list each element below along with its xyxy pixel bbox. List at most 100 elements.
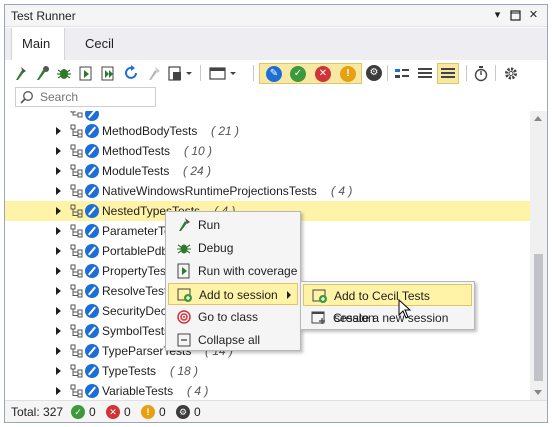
search-input[interactable] <box>40 89 152 105</box>
test-fixture-icon <box>85 164 99 178</box>
toolbar: ✎ ✓ ✕ ! ⚙ <box>5 60 547 86</box>
menu-item-debug[interactable]: Debug <box>168 237 298 259</box>
title-bar: Test Runner ▾ ✕ <box>5 5 547 27</box>
expand-arrow-icon[interactable] <box>56 207 61 215</box>
menu-item-label: Run with coverage <box>198 264 298 278</box>
test-fixture-icon <box>85 364 99 378</box>
namespace-icon <box>70 184 84 198</box>
expand-arrow-icon[interactable] <box>56 287 61 295</box>
test-fixture-icon <box>85 264 99 278</box>
run-icon[interactable] <box>11 65 29 82</box>
failed-icon: ✕ <box>106 405 120 419</box>
pin-icon[interactable]: ▾ <box>489 7 506 24</box>
test-fixture-icon <box>85 284 99 298</box>
add-session-icon <box>312 289 327 303</box>
unknown-filter-icon[interactable]: ⚙ <box>366 65 382 81</box>
menu-item-run-with-coverage[interactable]: Run with coverage <box>168 260 298 282</box>
namespace-icon <box>70 384 84 398</box>
expand-arrow-icon[interactable] <box>56 167 61 175</box>
scroll-thumb[interactable] <box>534 254 543 381</box>
tree-row-label: ModuleTests <box>102 164 170 178</box>
namespace-icon <box>70 224 84 238</box>
collapse-icon <box>177 333 191 347</box>
timer-icon[interactable] <box>472 65 490 82</box>
toolbar-separator <box>495 65 496 81</box>
expand-arrow-icon[interactable] <box>56 227 61 235</box>
context-menu: Run Debug Run with coverage Add to sessi… <box>165 211 301 351</box>
refresh-icon[interactable] <box>123 65 141 82</box>
expand-arrow-icon[interactable] <box>56 247 61 255</box>
debug-icon[interactable] <box>55 65 73 82</box>
maximize-icon[interactable] <box>507 7 524 24</box>
expand-arrow-icon[interactable] <box>56 147 61 155</box>
tab-bar: Main Cecil Tests× <box>5 28 547 83</box>
namespace-icon <box>70 364 84 378</box>
ignored-icon: ! <box>141 405 155 419</box>
menu-item-label: Add to session <box>199 288 278 302</box>
tree-row[interactable]: MethodTests ( 10 ) <box>5 141 530 161</box>
vertical-scrollbar[interactable] <box>530 111 547 400</box>
stop-icon[interactable] <box>145 65 163 82</box>
expand-arrow-icon[interactable] <box>56 267 61 275</box>
menu-item-label: Collapse all <box>198 333 261 347</box>
search-box[interactable] <box>15 87 156 107</box>
toolbar-separator <box>200 65 201 81</box>
menu-item-add-to-session[interactable]: Add to session <box>168 283 298 305</box>
tree-row-count: ( 10 ) <box>184 144 213 158</box>
debug-run-icon[interactable] <box>33 65 51 82</box>
namespace-icon <box>70 164 84 178</box>
add-to-session-submenu: Add to Cecil Tests session Create a new … <box>300 281 475 330</box>
expand-arrow-icon[interactable] <box>56 127 61 135</box>
tab-cecil-tests[interactable]: Cecil Tests× <box>75 28 175 83</box>
scroll-up-icon[interactable] <box>534 116 542 121</box>
namespace-icon <box>70 204 84 218</box>
menu-item-run[interactable]: Run <box>168 214 298 236</box>
ignored-filter-icon[interactable]: ! <box>340 66 356 82</box>
menu-item-collapse-all[interactable]: Collapse all <box>168 329 298 351</box>
tree-row-label: NativeWindowsRuntimeProjectionsTests <box>102 184 317 198</box>
target-icon <box>177 310 191 324</box>
tree-row[interactable]: NativeWindowsRuntimeProjectionsTests ( 4 … <box>5 181 530 201</box>
settings-icon[interactable] <box>502 65 520 82</box>
group-icon[interactable] <box>393 65 411 82</box>
expand-arrow-icon[interactable] <box>56 347 61 355</box>
toggle-all-filter-icon[interactable]: ✎ <box>266 66 282 82</box>
tree-row[interactable]: VariableTests ( 4 ) <box>5 381 530 400</box>
submenu-item-create-new-session[interactable]: Create a new session <box>303 307 472 329</box>
namespace-icon <box>70 344 84 358</box>
run-all-coverage-icon[interactable] <box>99 65 117 82</box>
tree-row[interactable]: MethodBodyTests ( 21 ) <box>5 121 530 141</box>
tree-row-label: MethodBodyTests <box>102 124 198 138</box>
expand-arrow-icon[interactable] <box>56 327 61 335</box>
tree-row[interactable]: ModuleTests ( 24 ) <box>5 161 530 181</box>
expand-arrow-icon[interactable] <box>56 367 61 375</box>
test-runner-window: Test Runner ▾ ✕ Main Cecil Tests× <box>4 4 548 423</box>
run-coverage-icon[interactable] <box>77 65 95 82</box>
window-title: Test Runner <box>11 9 76 23</box>
tree-row[interactable]: TypeTests ( 18 ) <box>5 361 530 381</box>
close-icon[interactable]: ✕ <box>525 7 542 24</box>
mouse-cursor-icon <box>398 299 412 319</box>
test-fixture-icon <box>85 384 99 398</box>
expand-arrow-icon[interactable] <box>56 387 61 395</box>
list-view-icon[interactable] <box>416 65 434 82</box>
namespace-icon <box>70 284 84 298</box>
tree-row-label: ResolveTests <box>102 284 174 298</box>
tree-row-count: ( 4 ) <box>187 384 209 398</box>
submenu-item-add-to-cecil-tests-session[interactable]: Add to Cecil Tests session <box>303 284 472 325</box>
namespace-icon <box>70 304 84 318</box>
tab-main[interactable]: Main <box>11 28 65 60</box>
menu-item-go-to-class[interactable]: Go to class <box>168 306 298 328</box>
session-dropdown-icon[interactable] <box>167 65 193 82</box>
passed-icon: ✓ <box>71 405 85 419</box>
expand-arrow-icon[interactable] <box>56 307 61 315</box>
tree-view-icon[interactable] <box>437 63 459 84</box>
menu-item-label: Go to class <box>198 310 259 324</box>
failed-filter-icon[interactable]: ✕ <box>315 66 331 82</box>
expand-arrow-icon[interactable] <box>56 187 61 195</box>
passed-filter-icon[interactable]: ✓ <box>290 66 306 82</box>
scroll-down-icon[interactable] <box>534 390 542 395</box>
layout-dropdown-icon[interactable] <box>207 65 237 82</box>
toolbar-separator <box>466 65 467 81</box>
namespace-icon <box>70 111 84 121</box>
